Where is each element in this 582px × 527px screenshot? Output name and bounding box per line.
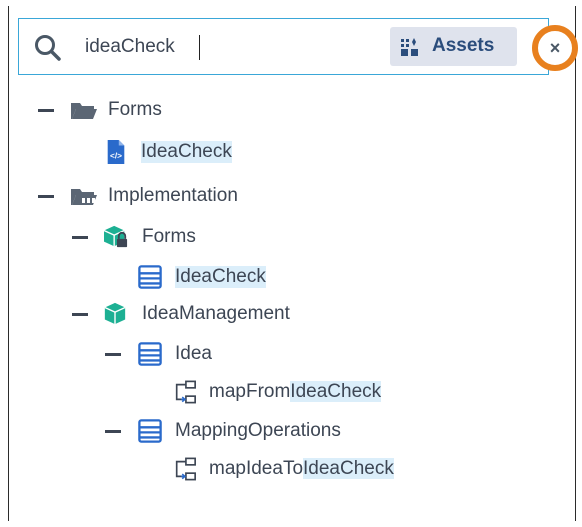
tree-item-map-from-ideacheck[interactable]: mapFromIdeaCheck bbox=[172, 378, 432, 406]
locked-package-icon bbox=[103, 225, 128, 248]
assets-icon bbox=[401, 38, 418, 56]
tree-item-idea[interactable]: Idea bbox=[105, 340, 305, 368]
text-caret bbox=[199, 35, 200, 60]
tree-item-label: MappingOperations bbox=[175, 420, 341, 441]
collapse-toggle[interactable] bbox=[72, 236, 88, 239]
tree-item-label: Implementation bbox=[108, 185, 238, 206]
svg-text:</>: </> bbox=[110, 150, 122, 160]
tree-item-label: mapFromIdeaCheck bbox=[209, 381, 382, 403]
mapping-icon bbox=[175, 457, 196, 481]
search-bar: Assets bbox=[18, 18, 549, 75]
assets-button-label: Assets bbox=[432, 35, 495, 56]
label-prefix: mapIdeaTo bbox=[209, 458, 304, 479]
search-match-highlight: IdeaCheck bbox=[303, 458, 394, 479]
html-file-icon: </> bbox=[107, 140, 125, 164]
document-type-icon bbox=[138, 419, 162, 443]
tree-item-label: mapIdeaToIdeaCheck bbox=[209, 458, 394, 480]
document-type-icon bbox=[138, 265, 162, 289]
tree-item-label: IdeaCheck bbox=[175, 266, 266, 288]
close-icon: × bbox=[549, 38, 561, 58]
mapping-icon bbox=[175, 380, 196, 404]
tree-item-label: IdeaCheck bbox=[141, 141, 232, 163]
collapse-toggle[interactable] bbox=[105, 430, 121, 433]
tree-item-ideacheck-form[interactable]: </> IdeaCheck bbox=[105, 138, 345, 166]
tree-item-ideamanagement[interactable]: IdeaManagement bbox=[72, 300, 372, 328]
clear-search-button[interactable]: × bbox=[532, 25, 578, 71]
folder-open-icon bbox=[71, 103, 97, 119]
label-prefix: mapFrom bbox=[209, 381, 291, 402]
tree-item-label: Forms bbox=[108, 99, 162, 120]
tree-item-label: IdeaManagement bbox=[142, 303, 290, 324]
tree-item-mappingoperations[interactable]: MappingOperations bbox=[105, 417, 405, 445]
assets-filter-button[interactable]: Assets bbox=[390, 27, 517, 66]
tree-item-forms[interactable]: Forms bbox=[38, 96, 278, 124]
collapse-toggle[interactable] bbox=[105, 353, 121, 356]
search-icon bbox=[35, 35, 61, 61]
search-input[interactable] bbox=[85, 35, 385, 59]
tree-item-map-idea-to-ideacheck[interactable]: mapIdeaToIdeaCheck bbox=[172, 455, 432, 483]
tree-item-label: Idea bbox=[175, 343, 212, 364]
tree-item-label: Forms bbox=[142, 226, 196, 247]
tree-item-impl-forms[interactable]: Forms bbox=[72, 223, 312, 251]
tree-item-implementation[interactable]: Implementation bbox=[38, 182, 338, 210]
collapse-toggle[interactable] bbox=[38, 109, 54, 112]
implementation-folder-icon bbox=[71, 189, 97, 205]
package-icon bbox=[104, 302, 126, 325]
tree-item-impl-ideacheck[interactable]: IdeaCheck bbox=[137, 263, 377, 291]
search-match-highlight: IdeaCheck bbox=[290, 381, 382, 402]
document-type-icon bbox=[138, 342, 162, 366]
collapse-toggle[interactable] bbox=[72, 313, 88, 316]
collapse-toggle[interactable] bbox=[38, 195, 54, 198]
